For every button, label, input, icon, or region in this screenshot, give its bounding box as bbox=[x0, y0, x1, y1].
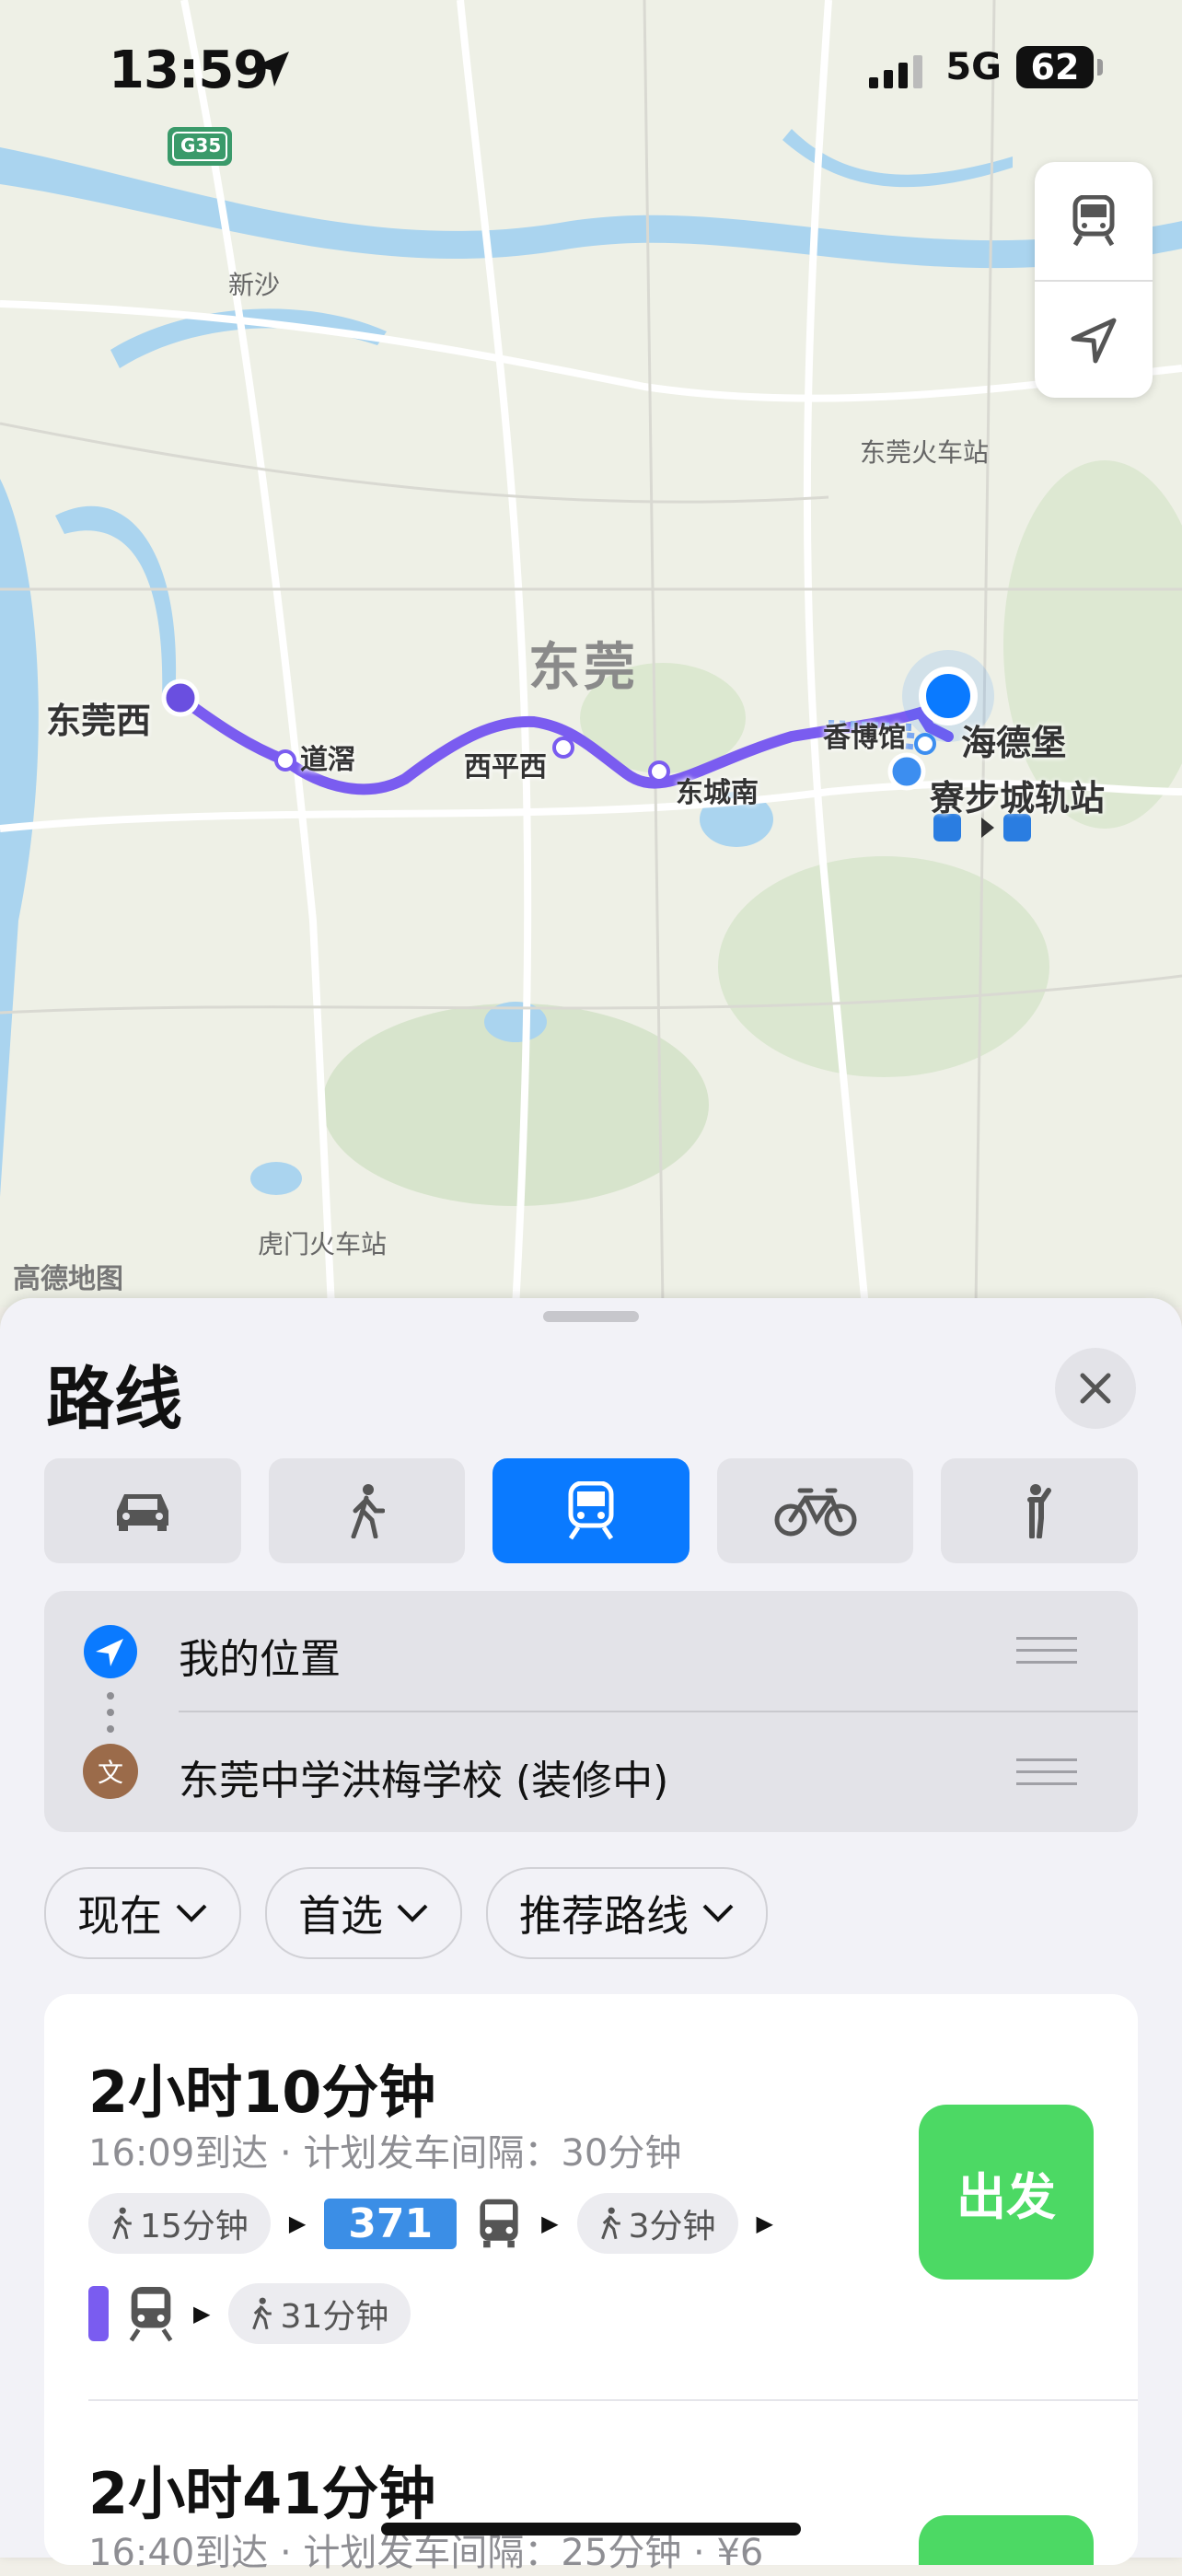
filter-time[interactable]: 现在 bbox=[44, 1867, 241, 1959]
filter-sort-label: 推荐路线 bbox=[519, 1891, 689, 1941]
highway-shield-label: G35 bbox=[180, 134, 222, 157]
chevron-down-icon bbox=[397, 1904, 428, 1922]
route-1-go-button[interactable]: 出发 bbox=[919, 2105, 1094, 2280]
map-controls bbox=[1035, 162, 1153, 398]
destination-row[interactable]: 文 东莞中学洪梅学校 (装修中) bbox=[44, 1712, 1138, 1832]
transit-map-button[interactable] bbox=[1035, 162, 1153, 280]
mode-cycle-button[interactable] bbox=[716, 1458, 914, 1563]
walk-step-2-time: 3分钟 bbox=[628, 2208, 716, 2245]
walk-step-3-time: 31分钟 bbox=[280, 2298, 389, 2336]
battery-indicator: 62 bbox=[1016, 46, 1103, 88]
mode-walk-button[interactable] bbox=[268, 1458, 466, 1563]
origin-location-icon bbox=[84, 1625, 137, 1678]
route-1-duration: 2小时10分钟 bbox=[88, 2059, 436, 2126]
walk-step-2: 3分钟 bbox=[576, 2193, 738, 2254]
person-icon bbox=[1027, 1484, 1052, 1538]
station-label-3[interactable]: 东城南 bbox=[676, 770, 759, 810]
walk-icon bbox=[252, 2297, 272, 2330]
mode-drive-button[interactable] bbox=[44, 1458, 241, 1563]
station-origin-label[interactable]: 东莞西 bbox=[46, 692, 151, 743]
mode-rideshare-button[interactable] bbox=[941, 1458, 1138, 1563]
status-time: 13:59 bbox=[109, 41, 269, 100]
train-icon bbox=[129, 2286, 173, 2342]
chevron-down-icon bbox=[176, 1904, 207, 1922]
chevron-down-icon bbox=[702, 1904, 734, 1922]
walk-step-3: 31分钟 bbox=[228, 2283, 411, 2344]
walk-icon bbox=[351, 1484, 386, 1538]
home-indicator[interactable] bbox=[381, 2523, 801, 2535]
transit-icon bbox=[568, 1481, 614, 1540]
map-label-dongguan-station: 东莞火车站 bbox=[860, 437, 990, 468]
station-label-2[interactable]: 西平西 bbox=[464, 744, 547, 784]
sheet-title: 路线 bbox=[46, 1360, 182, 1439]
close-icon bbox=[1080, 1373, 1111, 1404]
signal-icon bbox=[869, 55, 922, 88]
walk-step-1: 15分钟 bbox=[88, 2193, 271, 2254]
step-arrow-icon: ▶ bbox=[193, 2301, 211, 2327]
station-label-1[interactable]: 道滘 bbox=[300, 737, 355, 777]
place-label-1[interactable]: 海德堡 bbox=[961, 714, 1066, 765]
map-city-label: 东莞 bbox=[528, 638, 639, 698]
route-1-steps-row-2: ▶ 31分钟 bbox=[88, 2283, 411, 2344]
place-label-2[interactable]: 寮步城轨站 bbox=[930, 770, 1105, 820]
car-icon bbox=[116, 1494, 168, 1531]
status-bar: 13:59 5G 62 bbox=[0, 41, 1182, 105]
step-arrow-icon: ▶ bbox=[288, 2210, 307, 2236]
route-divider bbox=[88, 2399, 1138, 2401]
transport-mode-selector bbox=[44, 1458, 1138, 1563]
origin-row[interactable]: 我的位置 bbox=[44, 1591, 1138, 1711]
destination-field[interactable]: 东莞中学洪梅学校 (装修中) bbox=[179, 1747, 668, 1806]
bus-line-badge: 371 bbox=[324, 2198, 458, 2249]
reorder-handle-icon[interactable] bbox=[1016, 1758, 1077, 1794]
origin-field[interactable]: 我的位置 bbox=[179, 1626, 341, 1685]
route-1-summary: 16:09到达 · 计划发车间隔：30分钟 bbox=[88, 2132, 682, 2175]
map-label-xinsha: 新沙 bbox=[228, 270, 281, 300]
filter-preferences-label: 首选 bbox=[298, 1891, 383, 1941]
route-endpoints: 我的位置 文 东莞中学洪梅学校 (装修中) bbox=[44, 1591, 1138, 1832]
filter-sort[interactable]: 推荐路线 bbox=[486, 1867, 768, 1959]
route-options-card: 2小时10分钟 16:09到达 · 计划发车间隔：30分钟 出发 15分钟 ▶ … bbox=[44, 1994, 1138, 2574]
route-1-steps: 15分钟 ▶ 371 ▶ 3分钟 ▶ bbox=[88, 2193, 773, 2254]
route-2-duration: 2小时41分钟 bbox=[88, 2460, 436, 2527]
step-arrow-icon: ▶ bbox=[756, 2210, 773, 2236]
network-type: 5G bbox=[945, 46, 1002, 88]
walk-step-1-time: 15分钟 bbox=[140, 2208, 249, 2245]
walk-icon bbox=[112, 2207, 132, 2240]
step-arrow-icon: ▶ bbox=[541, 2210, 559, 2236]
map-provider-logo: 高德地图 bbox=[13, 1263, 123, 1295]
sheet-grabber[interactable] bbox=[543, 1311, 639, 1322]
filter-time-label: 现在 bbox=[77, 1891, 162, 1941]
locate-me-button[interactable] bbox=[1035, 280, 1153, 400]
location-arrow-icon bbox=[1071, 318, 1117, 364]
route-filters: 现在 首选 推荐路线 bbox=[44, 1867, 768, 1959]
train-icon bbox=[1072, 195, 1115, 247]
map-label-humen-station: 虎门火车站 bbox=[258, 1229, 388, 1259]
bike-icon bbox=[774, 1488, 857, 1537]
walk-icon bbox=[600, 2207, 620, 2240]
location-services-icon bbox=[254, 52, 289, 87]
close-button[interactable] bbox=[1055, 1348, 1136, 1429]
reorder-handle-icon[interactable] bbox=[1016, 1637, 1077, 1673]
filter-preferences[interactable]: 首选 bbox=[265, 1867, 462, 1959]
station-label-4[interactable]: 香博馆 bbox=[823, 714, 906, 755]
map-view[interactable]: G35 新沙 东莞火车站 虎门火车站 东莞 东莞西 道滘 西平西 东城南 香博馆… bbox=[0, 0, 1182, 1308]
bus-icon bbox=[480, 2199, 518, 2248]
school-icon: 文 bbox=[83, 1744, 138, 1799]
rail-line-color-badge bbox=[88, 2286, 109, 2341]
directions-sheet: 路线 我的位置 文 东莞中学洪梅学校 (装修中) 现在 首选 推荐路线 2小时1… bbox=[0, 1298, 1182, 2574]
mode-transit-button[interactable] bbox=[492, 1458, 690, 1563]
